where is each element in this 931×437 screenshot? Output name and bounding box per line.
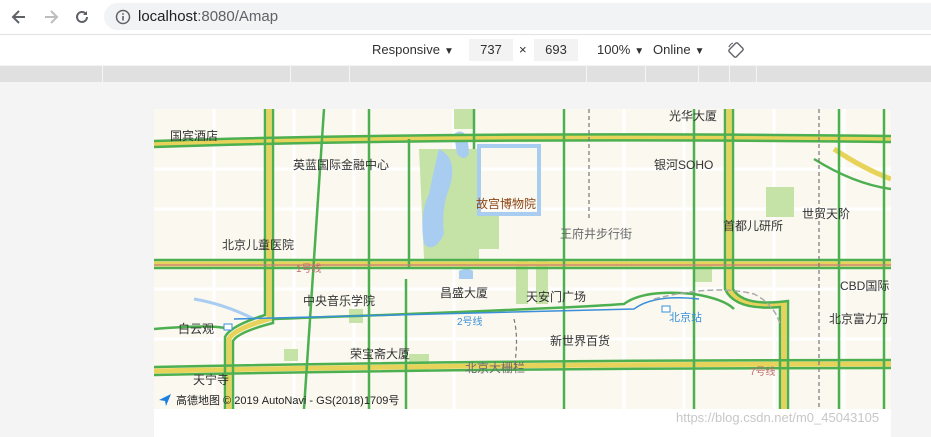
amap-container[interactable]: 国宾酒店 光华大厦 英蓝国际金融中心 故宫博物院 银河SOHO 王府井步行街 首… <box>154 109 891 409</box>
map-label-guobin: 国宾酒店 <box>170 129 219 143</box>
media-query-ruler <box>0 66 931 82</box>
forward-arrow-icon <box>45 10 59 24</box>
dropdown-arrow-icon: ▼ <box>694 46 705 57</box>
dropdown-arrow-icon: ▼ <box>634 46 645 57</box>
map-label-dashilan: 北京大栅栏 <box>465 361 526 375</box>
map-label-beijingzhan: 北京站 <box>669 312 702 324</box>
map-label-xinshijie: 新世界百货 <box>550 334 611 348</box>
map-label-line7: 7号线 <box>750 367 776 378</box>
map-label-tianning: 天宁寺 <box>193 373 230 387</box>
device-label: Responsive <box>372 42 440 57</box>
ruler-mark <box>349 66 350 82</box>
ruler-mark <box>290 66 291 82</box>
height-input[interactable]: 693 <box>534 39 578 61</box>
reload-icon <box>76 10 88 23</box>
map-label-line1: 1号线 <box>296 264 322 275</box>
ruler-mark <box>698 66 699 82</box>
map-label-shimao: 世贸天阶 <box>802 207 851 221</box>
map-label-baiyunguan: 白云观 <box>178 322 215 336</box>
map-label-rongbao: 荣宝斋大厦 <box>350 347 411 361</box>
map-label-yinhe: 银河SOHO <box>654 158 714 172</box>
ruler-mark <box>729 66 730 82</box>
device-toolbar: Responsive ▼ 737 × 693 100% ▼ Online ▼ <box>0 35 931 65</box>
map-label-guanghua: 光华大厦 <box>669 109 718 123</box>
map-copyright: 高德地图 © 2019 AutoNavi - GS(2018)1709号 <box>158 392 399 408</box>
info-icon[interactable] <box>115 9 131 25</box>
ruler-mark <box>586 66 587 82</box>
amap-logo-icon <box>159 394 171 406</box>
map-label-shoudu: 首都儿研所 <box>723 219 784 233</box>
copyright-text: 高德地图 © 2019 AutoNavi - GS(2018)1709号 <box>176 395 400 407</box>
url-port: :8080 <box>197 8 235 25</box>
device-select[interactable]: Responsive ▼ <box>372 42 454 57</box>
map-label-tiananmen: 天安门广场 <box>526 290 587 304</box>
map-label-cbd: CBD国际 <box>840 279 890 293</box>
map-label-fuli: 北京富力万 <box>829 312 890 326</box>
map-label-zhongyang: 中央音乐学院 <box>303 294 376 308</box>
map-label-line2: 2号线 <box>457 317 483 328</box>
map-label-changsheng: 昌盛大厦 <box>440 286 489 300</box>
ruler-mark <box>645 66 646 82</box>
map-label-gugong: 故宫博物院 <box>476 197 537 211</box>
network-label: Online <box>653 42 691 57</box>
map-label-ertong: 北京儿童医院 <box>222 238 295 252</box>
map-label-yinglan: 英蓝国际金融中心 <box>293 158 390 172</box>
network-select[interactable]: Online ▼ <box>653 42 704 57</box>
width-input[interactable]: 737 <box>469 39 513 61</box>
url-host: localhost <box>138 8 198 25</box>
zoom-select[interactable]: 100% ▼ <box>597 42 644 57</box>
back-arrow-icon <box>11 10 25 24</box>
dropdown-arrow-icon: ▼ <box>443 46 454 57</box>
forward-button[interactable] <box>40 6 62 28</box>
map-label-wangfujing: 王府井步行街 <box>560 227 633 241</box>
back-button[interactable] <box>8 6 30 28</box>
rotate-icon[interactable] <box>727 41 745 59</box>
browser-toolbar: localhost:8080/Amap <box>0 0 931 35</box>
ruler-mark <box>756 66 757 82</box>
zoom-label: 100% <box>597 42 631 57</box>
ruler-mark <box>102 66 103 82</box>
csdn-watermark: https://blog.csdn.net/m0_45043105 <box>676 410 880 425</box>
url-path: /Amap <box>234 8 279 25</box>
url-text[interactable]: localhost:8080/Amap <box>138 8 278 25</box>
reload-button[interactable] <box>71 6 93 28</box>
emulated-viewport: 国宾酒店 光华大厦 英蓝国际金融中心 故宫博物院 银河SOHO 王府井步行街 首… <box>154 109 891 437</box>
dimension-separator: × <box>519 42 527 57</box>
